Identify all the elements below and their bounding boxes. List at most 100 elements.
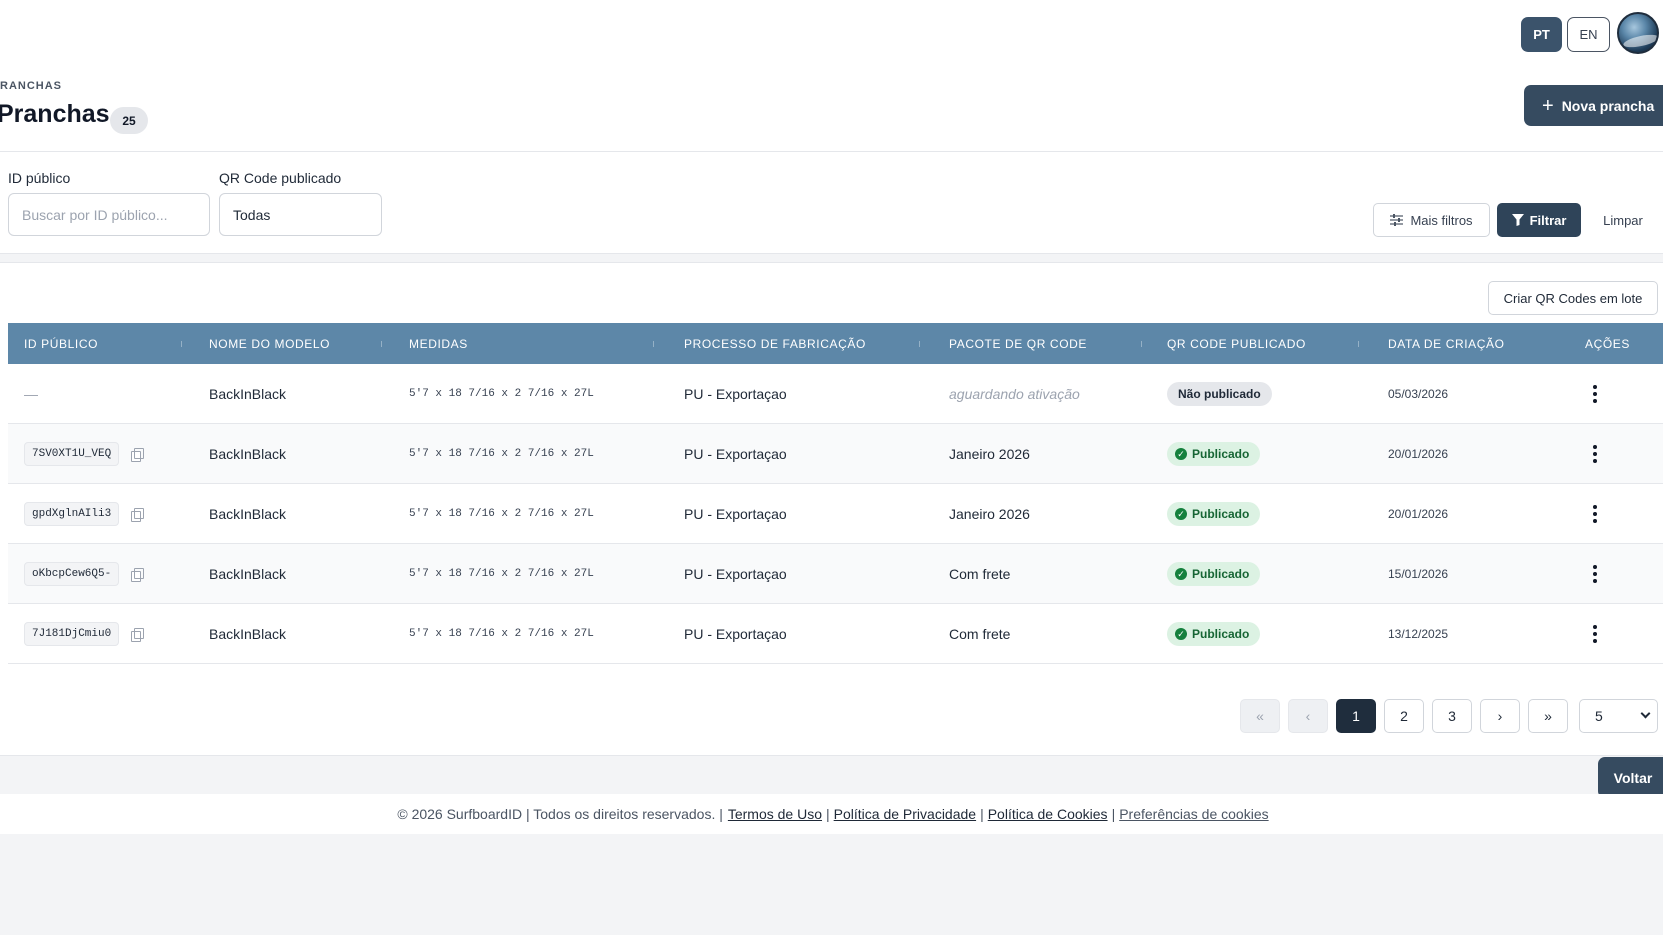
row-actions-menu-icon[interactable] — [1585, 624, 1605, 644]
col-header-public-id[interactable]: ID PÚBLICO — [24, 323, 98, 364]
page-button-3[interactable]: 3 — [1432, 699, 1472, 733]
row-actions-menu-icon[interactable] — [1585, 444, 1605, 464]
status-badge: ✓ Publicado — [1167, 502, 1261, 526]
qr-package: Janeiro 2026 — [949, 506, 1030, 522]
next-page-button[interactable]: › — [1480, 699, 1520, 733]
check-circle-icon: ✓ — [1175, 568, 1187, 580]
manufacturing-process: PU - Exportaçao — [684, 506, 787, 522]
manufacturing-process: PU - Exportaçao — [684, 386, 787, 402]
prev-page-button[interactable]: ‹ — [1288, 699, 1328, 733]
col-header-qr-published[interactable]: QR CODE PUBLICADO — [1167, 323, 1306, 364]
col-header-process[interactable]: PROCESSO DE FABRICAÇÃO — [684, 323, 866, 364]
row-actions-menu-icon[interactable] — [1585, 384, 1605, 404]
filter-button[interactable]: Filtrar — [1497, 203, 1581, 237]
more-filters-label: Mais filtros — [1410, 212, 1473, 228]
copy-icon[interactable] — [131, 448, 145, 462]
back-button[interactable]: Voltar — [1598, 757, 1663, 798]
manufacturing-process: PU - Exportaçao — [684, 446, 787, 462]
status-badge: ✓ Publicado — [1167, 562, 1261, 586]
new-board-button[interactable]: + Nova prancha — [1524, 85, 1663, 126]
user-avatar[interactable] — [1617, 12, 1659, 54]
col-header-measures[interactable]: MEDIDAS — [409, 323, 468, 364]
privacy-link[interactable]: Política de Privacidade — [834, 806, 976, 822]
filter-panel: ID público Buscar por ID público... QR C… — [0, 152, 1663, 254]
table-row[interactable]: 7J181DjCmiu0 BackInBlack 5'7 x 18 7/16 x… — [8, 604, 1663, 664]
col-sort-handle — [176, 341, 182, 347]
status-badge: Não publicado — [1167, 382, 1272, 406]
model-name: BackInBlack — [209, 566, 287, 582]
copy-icon[interactable] — [131, 568, 145, 582]
public-id-chip: gpdXglnAIli3 — [24, 502, 120, 526]
public-id-chip: 7SV0XT1U_VEQ — [24, 442, 120, 466]
check-circle-icon: ✓ — [1175, 448, 1187, 460]
status-badge: ✓ Publicado — [1167, 442, 1261, 466]
cookie-preferences-link[interactable]: Preferências de cookies — [1119, 806, 1268, 822]
measures: 5'7 x 18 7/16 x 2 7/16 x 27L — [409, 388, 594, 400]
first-page-button[interactable]: « — [1240, 699, 1280, 733]
table-row[interactable]: 7SV0XT1U_VEQ BackInBlack 5'7 x 18 7/16 x… — [8, 424, 1663, 484]
footer: © 2026 SurfboardID | Todos os direitos r… — [0, 794, 1663, 834]
batch-qr-button[interactable]: Criar QR Codes em lote — [1488, 281, 1658, 315]
col-header-created-date[interactable]: DATA DE CRIAÇÃO — [1388, 323, 1505, 364]
per-page-select[interactable]: 5 — [1579, 699, 1658, 733]
public-id-empty: — — [24, 386, 38, 402]
page-button-2[interactable]: 2 — [1384, 699, 1424, 733]
plus-icon: + — [1542, 94, 1554, 117]
status-badge: ✓ Publicado — [1167, 622, 1261, 646]
table-row[interactable]: gpdXglnAIli3 BackInBlack 5'7 x 18 7/16 x… — [8, 484, 1663, 544]
qr-package: Com frete — [949, 566, 1011, 582]
col-sort-handle — [1136, 341, 1142, 347]
filter-label: Filtrar — [1529, 212, 1567, 228]
col-sort-handle — [648, 341, 654, 347]
footer-separator: | — [1111, 806, 1116, 822]
status-badge-label: Publicado — [1192, 447, 1250, 461]
public-id-search-input[interactable]: Buscar por ID público... — [8, 193, 210, 236]
lang-en-button[interactable]: EN — [1567, 17, 1610, 52]
col-sort-handle — [376, 341, 382, 347]
table-row[interactable]: — BackInBlack 5'7 x 18 7/16 x 2 7/16 x 2… — [8, 364, 1663, 424]
status-badge-label: Publicado — [1192, 627, 1250, 641]
qr-package: aguardando ativação — [949, 386, 1080, 402]
breadcrumb[interactable]: RANCHAS — [0, 80, 62, 92]
chevron-down-icon — [1640, 708, 1651, 719]
col-header-model[interactable]: NOME DO MODELO — [209, 323, 330, 364]
measures: 5'7 x 18 7/16 x 2 7/16 x 27L — [409, 448, 594, 460]
page-header: RANCHAS Pranchas 25 + Nova prancha — [0, 62, 1663, 152]
created-date: 13/12/2025 — [1388, 627, 1449, 641]
created-date: 15/01/2026 — [1388, 567, 1449, 581]
row-actions-menu-icon[interactable] — [1585, 564, 1605, 584]
footer-separator: | — [826, 806, 830, 822]
clear-filters-button[interactable]: Limpar — [1590, 203, 1656, 237]
measures: 5'7 x 18 7/16 x 2 7/16 x 27L — [409, 508, 594, 520]
model-name: BackInBlack — [209, 446, 287, 462]
manufacturing-process: PU - Exportaçao — [684, 626, 787, 642]
last-page-button[interactable]: » — [1528, 699, 1568, 733]
measures: 5'7 x 18 7/16 x 2 7/16 x 27L — [409, 628, 594, 640]
qr-package: Com frete — [949, 626, 1011, 642]
col-sort-handle — [914, 341, 920, 347]
more-filters-button[interactable]: Mais filtros — [1373, 203, 1490, 237]
copy-icon[interactable] — [131, 628, 145, 642]
public-id-chip: 7J181DjCmiu0 — [24, 622, 120, 646]
model-name: BackInBlack — [209, 506, 287, 522]
table-row[interactable]: oKbcpCew6Q5- BackInBlack 5'7 x 18 7/16 x… — [8, 544, 1663, 604]
copy-icon[interactable] — [131, 508, 145, 522]
new-board-label: Nova prancha — [1561, 97, 1655, 114]
row-actions-menu-icon[interactable] — [1585, 504, 1605, 524]
manufacturing-process: PU - Exportaçao — [684, 566, 787, 582]
created-date: 05/03/2026 — [1388, 387, 1449, 401]
public-id-label: ID público — [8, 170, 71, 186]
qr-published-select[interactable]: Todas — [219, 193, 382, 236]
status-badge-label: Publicado — [1192, 567, 1250, 581]
boards-table-card: Criar QR Codes em lote ID PÚBLICO NOME D… — [0, 262, 1663, 756]
lang-pt-button[interactable]: PT — [1521, 17, 1562, 52]
created-date: 20/01/2026 — [1388, 447, 1449, 461]
col-header-qr-package[interactable]: PACOTE DE QR CODE — [949, 323, 1087, 364]
terms-link[interactable]: Termos de Uso — [728, 806, 822, 822]
col-header-actions: AÇÕES — [1585, 336, 1631, 351]
page-title: Pranchas — [0, 100, 110, 128]
funnel-icon — [1511, 214, 1524, 226]
cookies-policy-link[interactable]: Política de Cookies — [988, 806, 1108, 822]
page-button-1[interactable]: 1 — [1336, 699, 1376, 733]
table-header: ID PÚBLICO NOME DO MODELO MEDIDAS PROCES… — [8, 323, 1663, 364]
